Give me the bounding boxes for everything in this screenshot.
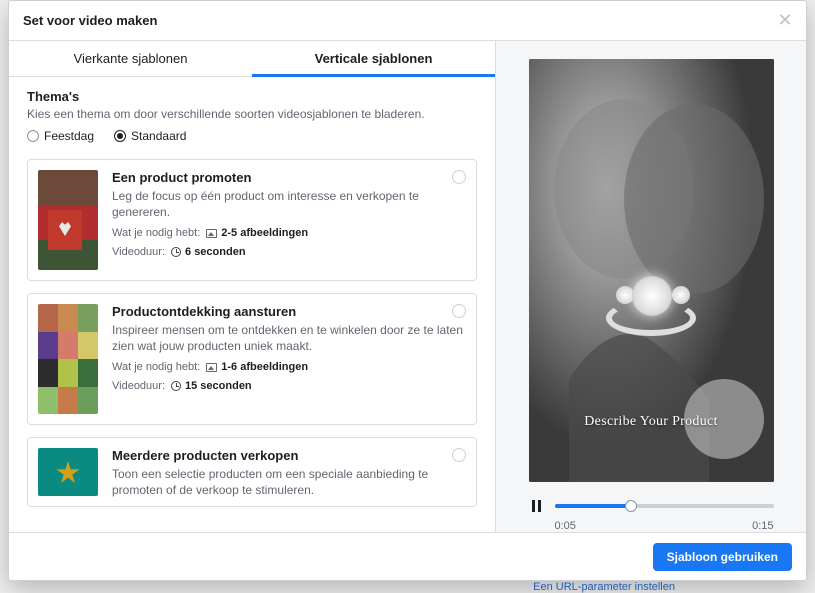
image-icon bbox=[206, 363, 217, 372]
video-set-modal: Set voor video maken ✕ Vierkante sjablon… bbox=[8, 0, 807, 581]
duration-label: Videoduur: bbox=[112, 380, 165, 392]
need-label: Wat je nodig hebt: bbox=[112, 361, 200, 373]
template-thumbnail bbox=[38, 170, 98, 270]
seek-fill bbox=[555, 504, 632, 508]
pause-button[interactable] bbox=[529, 498, 545, 514]
use-template-button[interactable]: Sjabloon gebruiken bbox=[653, 543, 792, 571]
duration-label: Videoduur: bbox=[112, 246, 165, 258]
template-title: Een product promoten bbox=[112, 170, 466, 185]
seek-bar[interactable] bbox=[555, 504, 774, 508]
template-card-promote-one[interactable]: Een product promoten Leg de focus op één… bbox=[27, 159, 477, 281]
template-select-radio[interactable] bbox=[452, 170, 466, 184]
close-icon: ✕ bbox=[777, 10, 792, 31]
modal-title: Set voor video maken bbox=[23, 13, 157, 28]
seek-thumb[interactable] bbox=[625, 500, 637, 512]
preview-caption: Describe Your Product bbox=[529, 414, 774, 430]
template-title: Productontdekking aansturen bbox=[112, 304, 466, 319]
video-player-controls bbox=[529, 498, 774, 514]
template-description: Inspireer mensen om te ontdekken en te w… bbox=[112, 322, 466, 354]
radio-label: Feestdag bbox=[44, 129, 94, 143]
template-select-radio[interactable] bbox=[452, 304, 466, 318]
need-value: 4-7 afbeeldingen bbox=[221, 505, 308, 507]
template-picker-pane: Vierkante sjablonen Verticale sjablonen … bbox=[9, 41, 496, 532]
preview-pane: Describe Your Product 0:05 0:15 bbox=[496, 41, 806, 532]
need-label: Wat je nodig hebt: bbox=[112, 505, 200, 507]
modal-header: Set voor video maken ✕ bbox=[9, 1, 806, 41]
image-icon bbox=[206, 229, 217, 238]
modal-footer: Sjabloon gebruiken bbox=[9, 532, 806, 580]
template-list: Een product promoten Leg de focus op één… bbox=[9, 147, 495, 532]
duration-value: 6 seconden bbox=[185, 246, 246, 258]
theme-heading: Thema's bbox=[27, 89, 477, 104]
template-card-discovery[interactable]: Productontdekking aansturen Inspireer me… bbox=[27, 293, 477, 425]
template-description: Leg de focus op één product om interesse… bbox=[112, 188, 466, 220]
tab-label: Verticale sjablonen bbox=[315, 51, 433, 66]
need-value: 2-5 afbeeldingen bbox=[221, 227, 308, 239]
video-preview[interactable]: Describe Your Product bbox=[529, 59, 774, 482]
tab-square-templates[interactable]: Vierkante sjablonen bbox=[9, 41, 252, 76]
duration-value: 15 seconden bbox=[185, 380, 252, 392]
close-button[interactable]: ✕ bbox=[774, 9, 796, 31]
preview-ring-product bbox=[586, 264, 716, 344]
time-current: 0:05 bbox=[555, 520, 576, 532]
pause-icon bbox=[532, 500, 541, 512]
need-value: 1-6 afbeeldingen bbox=[221, 361, 308, 373]
radio-icon bbox=[114, 130, 126, 142]
time-total: 0:15 bbox=[752, 520, 773, 532]
orientation-tabs: Vierkante sjablonen Verticale sjablonen bbox=[9, 41, 495, 77]
theme-subtitle: Kies een thema om door verschillende soo… bbox=[27, 107, 477, 121]
template-title: Meerdere producten verkopen bbox=[112, 448, 466, 463]
radio-icon bbox=[27, 130, 39, 142]
tab-label: Vierkante sjablonen bbox=[74, 51, 188, 66]
clock-icon bbox=[171, 381, 181, 391]
template-description: Toon een selectie producten om een speci… bbox=[112, 466, 466, 498]
theme-radio-holiday[interactable]: Feestdag bbox=[27, 129, 94, 143]
clock-icon bbox=[171, 247, 181, 257]
radio-label: Standaard bbox=[131, 129, 186, 143]
template-thumbnail bbox=[38, 448, 98, 496]
theme-section: Thema's Kies een thema om door verschill… bbox=[9, 77, 495, 147]
template-card-multiple-products[interactable]: Meerdere producten verkopen Toon een sel… bbox=[27, 437, 477, 507]
template-select-radio[interactable] bbox=[452, 448, 466, 462]
need-label: Wat je nodig hebt: bbox=[112, 227, 200, 239]
theme-radio-standard[interactable]: Standaard bbox=[114, 129, 186, 143]
template-thumbnail bbox=[38, 304, 98, 414]
tab-vertical-templates[interactable]: Verticale sjablonen bbox=[252, 41, 495, 76]
background-link: Een URL-parameter instellen bbox=[533, 581, 675, 593]
